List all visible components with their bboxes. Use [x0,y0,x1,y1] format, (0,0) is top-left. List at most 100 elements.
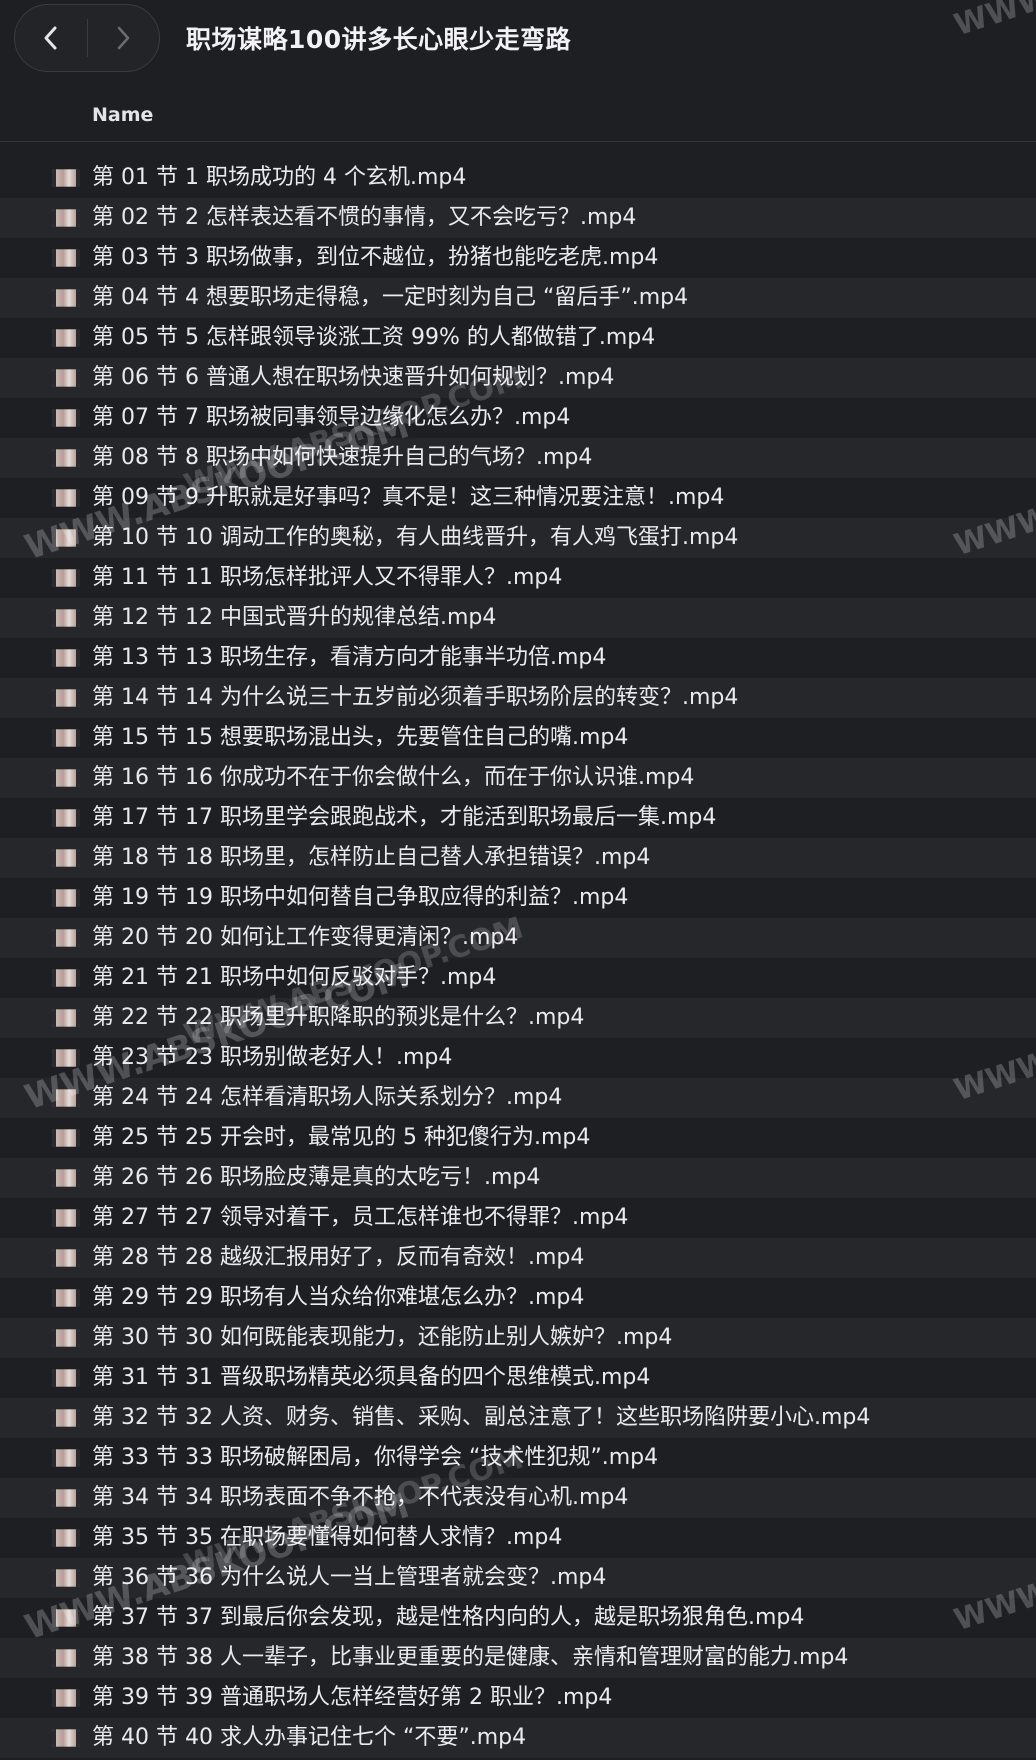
file-row[interactable]: 第 23 节 23 职场别做老好人！.mp4 [0,1038,1036,1078]
file-row[interactable]: 第 08 节 8 职场中如何快速提升自己的气场？.mp4 [0,438,1036,478]
file-row[interactable]: 第 28 节 28 越级汇报用好了，反而有奇效！.mp4 [0,1238,1036,1278]
chevron-left-icon [44,26,57,50]
video-thumbnail-icon [52,369,80,387]
video-thumbnail-icon [52,289,80,307]
toolbar: 职场谋略100讲多长心眼少走弯路 [0,0,1036,80]
video-thumbnail-icon [52,1569,80,1587]
navigation-buttons [14,4,160,72]
file-name: 第 05 节 5 怎样跟领导谈涨工资 99% 的人都做错了.mp4 [92,325,656,350]
file-row[interactable]: 第 39 节 39 普通职场人怎样经营好第 2 职业？.mp4 [0,1678,1036,1718]
file-name: 第 21 节 21 职场中如何反驳对手？.mp4 [92,965,497,990]
file-row[interactable]: 第 26 节 26 职场脸皮薄是真的太吃亏！.mp4 [0,1158,1036,1198]
file-name: 第 15 节 15 想要职场混出头，先要管住自己的嘴.mp4 [92,725,629,750]
file-name: 第 16 节 16 你成功不在于你会做什么，而在于你认识谁.mp4 [92,765,695,790]
file-row[interactable]: 第 33 节 33 职场破解困局，你得学会 “技术性犯规”.mp4 [0,1438,1036,1478]
file-name: 第 13 节 13 职场生存，看清方向才能事半功倍.mp4 [92,645,607,670]
file-row[interactable]: 第 22 节 22 职场里升职降职的预兆是什么？.mp4 [0,998,1036,1038]
file-name: 第 12 节 12 中国式晋升的规律总结.mp4 [92,605,497,630]
file-row[interactable]: 第 10 节 10 调动工作的奥秘，有人曲线晋升，有人鸡飞蛋打.mp4 [0,518,1036,558]
video-thumbnail-icon [52,169,80,187]
file-name: 第 34 节 34 职场表面不争不抢，不代表没有心机.mp4 [92,1485,629,1510]
file-name: 第 03 节 3 职场做事，到位不越位，扮猪也能吃老虎.mp4 [92,245,659,270]
video-thumbnail-icon [52,1209,80,1227]
file-name: 第 31 节 31 晋级职场精英必须具备的四个思维模式.mp4 [92,1365,651,1390]
video-thumbnail-icon [52,329,80,347]
file-row[interactable]: 第 27 节 27 领导对着干，员工怎样谁也不得罪？.mp4 [0,1198,1036,1238]
file-row[interactable]: 第 37 节 37 到最后你会发现，越是性格内向的人，越是职场狠角色.mp4 [0,1598,1036,1638]
file-name: 第 08 节 8 职场中如何快速提升自己的气场？.mp4 [92,445,593,470]
file-row[interactable]: 第 20 节 20 如何让工作变得更清闲？.mp4 [0,918,1036,958]
file-row[interactable]: 第 05 节 5 怎样跟领导谈涨工资 99% 的人都做错了.mp4 [0,318,1036,358]
file-row[interactable]: 第 15 节 15 想要职场混出头，先要管住自己的嘴.mp4 [0,718,1036,758]
file-name: 第 38 节 38 人一辈子，比事业更重要的是健康、亲情和管理财富的能力.mp4 [92,1645,849,1670]
video-thumbnail-icon [52,1169,80,1187]
file-name: 第 37 节 37 到最后你会发现，越是性格内向的人，越是职场狠角色.mp4 [92,1605,805,1630]
video-thumbnail-icon [52,769,80,787]
file-name: 第 39 节 39 普通职场人怎样经营好第 2 职业？.mp4 [92,1685,613,1710]
file-name: 第 23 节 23 职场别做老好人！.mp4 [92,1045,453,1070]
video-thumbnail-icon [52,489,80,507]
file-row[interactable]: 第 03 节 3 职场做事，到位不越位，扮猪也能吃老虎.mp4 [0,238,1036,278]
file-row[interactable]: 第 09 节 9 升职就是好事吗？真不是！这三种情况要注意！.mp4 [0,478,1036,518]
video-thumbnail-icon [52,609,80,627]
file-row[interactable]: 第 19 节 19 职场中如何替自己争取应得的利益？.mp4 [0,878,1036,918]
file-name: 第 24 节 24 怎样看清职场人际关系划分？.mp4 [92,1085,563,1110]
video-thumbnail-icon [52,1689,80,1707]
file-name: 第 09 节 9 升职就是好事吗？真不是！这三种情况要注意！.mp4 [92,485,725,510]
file-row[interactable]: 第 13 节 13 职场生存，看清方向才能事半功倍.mp4 [0,638,1036,678]
video-thumbnail-icon [52,449,80,467]
file-row[interactable]: 第 24 节 24 怎样看清职场人际关系划分？.mp4 [0,1078,1036,1118]
file-name: 第 11 节 11 职场怎样批评人又不得罪人？.mp4 [92,565,563,590]
file-row[interactable]: 第 35 节 35 在职场要懂得如何替人求情？.mp4 [0,1518,1036,1558]
file-name: 第 07 节 7 职场被同事领导边缘化怎么办？.mp4 [92,405,571,430]
file-name: 第 17 节 17 职场里学会跟跑战术，才能活到职场最后一集.mp4 [92,805,717,830]
file-name: 第 30 节 30 如何既能表现能力，还能防止别人嫉妒？.mp4 [92,1325,673,1350]
file-row[interactable]: 第 21 节 21 职场中如何反驳对手？.mp4 [0,958,1036,998]
file-row[interactable]: 第 12 节 12 中国式晋升的规律总结.mp4 [0,598,1036,638]
file-name: 第 27 节 27 领导对着干，员工怎样谁也不得罪？.mp4 [92,1205,629,1230]
file-name: 第 20 节 20 如何让工作变得更清闲？.mp4 [92,925,519,950]
file-row[interactable]: 第 29 节 29 职场有人当众给你难堪怎么办？.mp4 [0,1278,1036,1318]
file-row[interactable]: 第 14 节 14 为什么说三十五岁前必须着手职场阶层的转变？.mp4 [0,678,1036,718]
file-name: 第 25 节 25 开会时，最常见的 5 种犯傻行为.mp4 [92,1125,591,1150]
window-title: 职场谋略100讲多长心眼少走弯路 [186,25,572,54]
file-row[interactable]: 第 32 节 32 人资、财务、销售、采购、副总注意了！这些职场陷阱要小心.mp… [0,1398,1036,1438]
file-row[interactable]: 第 04 节 4 想要职场走得稳，一定时刻为自己 “留后手”.mp4 [0,278,1036,318]
video-thumbnail-icon [52,849,80,867]
name-column-header[interactable]: Name [92,104,153,126]
file-name: 第 28 节 28 越级汇报用好了，反而有奇效！.mp4 [92,1245,585,1270]
file-name: 第 10 节 10 调动工作的奥秘，有人曲线晋升，有人鸡飞蛋打.mp4 [92,525,739,550]
video-thumbnail-icon [52,649,80,667]
file-row[interactable]: 第 11 节 11 职场怎样批评人又不得罪人？.mp4 [0,558,1036,598]
file-row[interactable]: 第 17 节 17 职场里学会跟跑战术，才能活到职场最后一集.mp4 [0,798,1036,838]
file-row[interactable]: 第 01 节 1 职场成功的 4 个玄机.mp4 [0,158,1036,198]
column-header: Name [0,96,1036,142]
file-row[interactable]: 第 38 节 38 人一辈子，比事业更重要的是健康、亲情和管理财富的能力.mp4 [0,1638,1036,1678]
video-thumbnail-icon [52,929,80,947]
file-name: 第 06 节 6 普通人想在职场快速晋升如何规划？.mp4 [92,365,615,390]
forward-button[interactable] [87,5,159,71]
file-row[interactable]: 第 16 节 16 你成功不在于你会做什么，而在于你认识谁.mp4 [0,758,1036,798]
file-row[interactable]: 第 18 节 18 职场里，怎样防止自己替人承担错误？.mp4 [0,838,1036,878]
back-button[interactable] [15,5,87,71]
file-row[interactable]: 第 30 节 30 如何既能表现能力，还能防止别人嫉妒？.mp4 [0,1318,1036,1358]
video-thumbnail-icon [52,1009,80,1027]
file-row[interactable]: 第 31 节 31 晋级职场精英必须具备的四个思维模式.mp4 [0,1358,1036,1398]
file-name: 第 02 节 2 怎样表达看不惯的事情，又不会吃亏？.mp4 [92,205,637,230]
file-name: 第 18 节 18 职场里，怎样防止自己替人承担错误？.mp4 [92,845,651,870]
finder-window: 职场谋略100讲多长心眼少走弯路 Name 第 01 节 1 职场成功的 4 个… [0,0,1036,1760]
video-thumbnail-icon [52,969,80,987]
file-row[interactable]: 第 06 节 6 普通人想在职场快速晋升如何规划？.mp4 [0,358,1036,398]
file-row[interactable]: 第 34 节 34 职场表面不争不抢，不代表没有心机.mp4 [0,1478,1036,1518]
video-thumbnail-icon [52,249,80,267]
file-row[interactable]: 第 36 节 36 为什么说人一当上管理者就会变？.mp4 [0,1558,1036,1598]
file-row[interactable]: 第 40 节 40 求人办事记住七个 “不要”.mp4 [0,1718,1036,1758]
video-thumbnail-icon [52,1609,80,1627]
file-row[interactable]: 第 07 节 7 职场被同事领导边缘化怎么办？.mp4 [0,398,1036,438]
video-thumbnail-icon [52,1129,80,1147]
file-row[interactable]: 第 02 节 2 怎样表达看不惯的事情，又不会吃亏？.mp4 [0,198,1036,238]
video-thumbnail-icon [52,1289,80,1307]
file-name: 第 14 节 14 为什么说三十五岁前必须着手职场阶层的转变？.mp4 [92,685,739,710]
file-row[interactable]: 第 25 节 25 开会时，最常见的 5 种犯傻行为.mp4 [0,1118,1036,1158]
file-name: 第 04 节 4 想要职场走得稳，一定时刻为自己 “留后手”.mp4 [92,285,689,310]
